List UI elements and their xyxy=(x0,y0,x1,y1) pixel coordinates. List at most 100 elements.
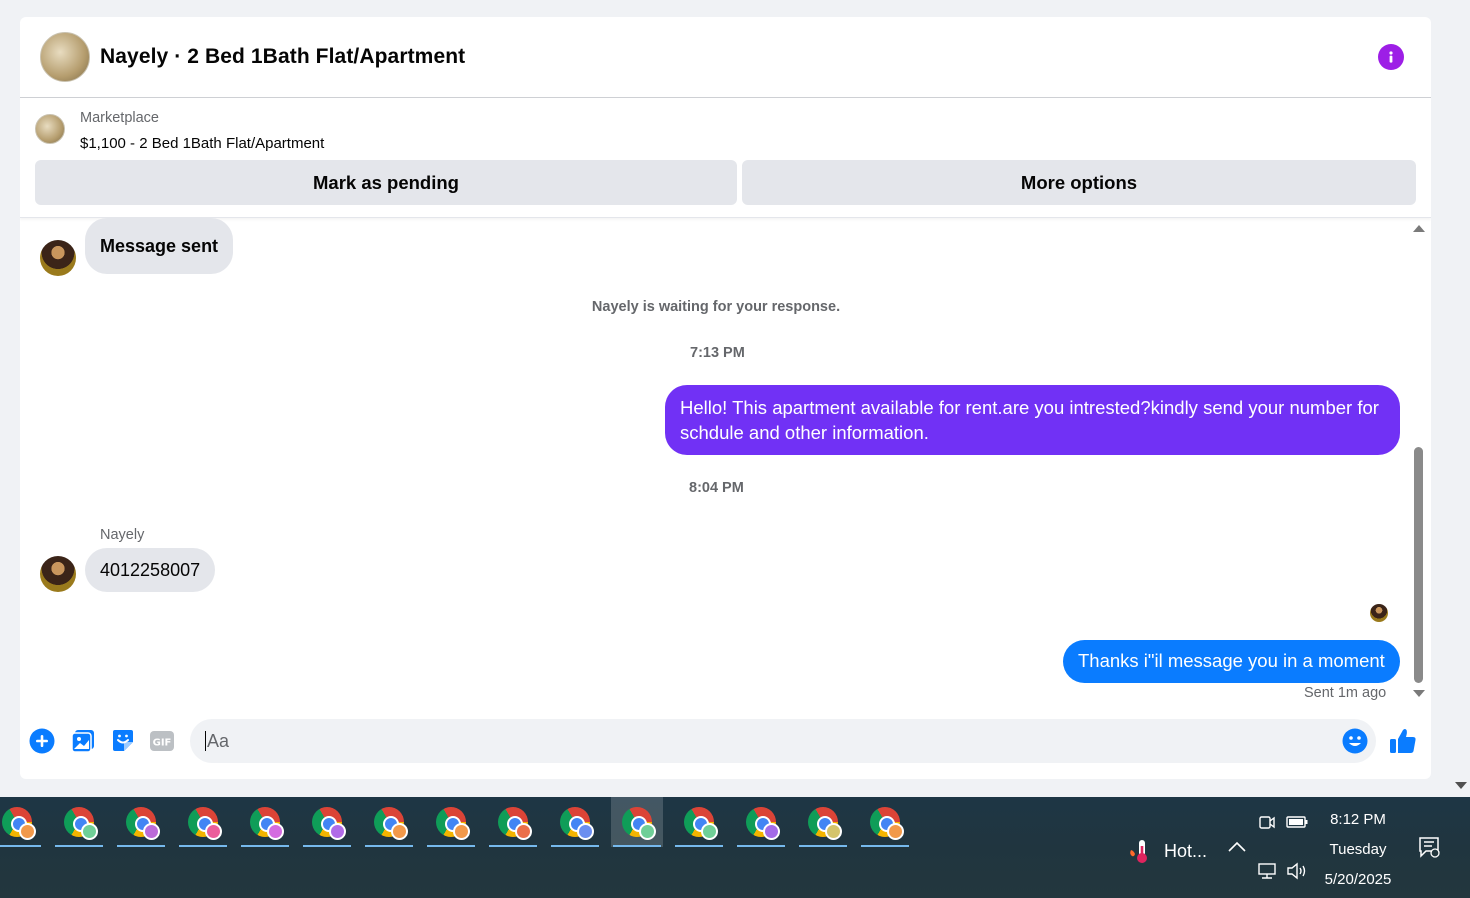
chrome-icon xyxy=(622,807,656,840)
profile-badge-icon xyxy=(143,823,160,840)
taskbar-chrome-app[interactable] xyxy=(487,797,539,847)
chrome-icon xyxy=(808,807,842,840)
battery-icon[interactable] xyxy=(1286,815,1308,829)
more-options-button[interactable]: More options xyxy=(742,160,1416,205)
chrome-icon xyxy=(870,807,904,840)
listing-title[interactable]: $1,100 - 2 Bed 1Bath Flat/Apartment xyxy=(80,135,324,152)
chrome-icon xyxy=(436,807,470,840)
profile-badge-icon xyxy=(453,823,470,840)
page-scroll-down-arrow[interactable] xyxy=(1455,782,1467,789)
listing-avatar[interactable] xyxy=(40,32,90,82)
message-placeholder[interactable]: Aa xyxy=(205,731,229,751)
clock-day: Tuesday xyxy=(1329,841,1387,858)
running-indicator xyxy=(675,845,723,847)
outgoing-message[interactable]: Thanks i"il message you in a moment xyxy=(1063,640,1400,683)
timestamp: 7:13 PM xyxy=(690,345,745,361)
profile-badge-icon xyxy=(825,823,842,840)
scroll-thumb[interactable] xyxy=(1414,447,1423,683)
timestamp: 8:04 PM xyxy=(689,480,744,496)
running-indicator xyxy=(55,845,103,847)
scroll-up-arrow[interactable] xyxy=(1413,225,1425,232)
info-icon[interactable] xyxy=(1378,44,1404,70)
thread-scrollbar[interactable] xyxy=(1412,225,1426,697)
taskbar-chrome-app[interactable] xyxy=(301,797,353,847)
sent-status: Sent 1m ago xyxy=(1304,685,1387,701)
taskbar-chrome-app[interactable] xyxy=(53,797,105,847)
taskbar-chrome-app[interactable] xyxy=(177,797,229,847)
gif-icon[interactable]: GIF xyxy=(149,728,175,754)
running-indicator xyxy=(365,845,413,847)
message-bubble[interactable]: Message sent xyxy=(85,218,234,274)
thermometer-icon xyxy=(1130,840,1147,863)
taskbar-chrome-app[interactable] xyxy=(363,797,415,847)
notification-icon[interactable] xyxy=(1418,836,1440,858)
outgoing-message[interactable]: Hello! This apartment available for rent… xyxy=(665,385,1400,455)
chevron-up-icon[interactable] xyxy=(1228,841,1246,853)
contact-avatar[interactable] xyxy=(40,240,76,276)
sticker-icon[interactable] xyxy=(110,728,136,754)
taskbar-chrome-app[interactable] xyxy=(425,797,477,847)
clock-time: 8:12 PM xyxy=(1330,811,1386,828)
scroll-down-arrow[interactable] xyxy=(1413,690,1425,697)
chrome-icon xyxy=(312,807,346,840)
profile-badge-icon xyxy=(391,823,408,840)
chrome-icon xyxy=(498,807,532,840)
taskbar-chrome-app[interactable] xyxy=(673,797,725,847)
profile-badge-icon xyxy=(81,823,98,840)
profile-badge-icon xyxy=(19,823,36,840)
camera-icon[interactable] xyxy=(1258,812,1276,832)
taskbar-chrome-app[interactable] xyxy=(797,797,849,847)
profile-badge-icon xyxy=(267,823,284,840)
running-indicator xyxy=(551,845,599,847)
chrome-icon xyxy=(374,807,408,840)
taskbar-chrome-app[interactable] xyxy=(115,797,167,847)
plus-icon[interactable] xyxy=(29,728,55,754)
weather-text: Hot... xyxy=(1164,840,1208,861)
network-icon[interactable] xyxy=(1256,862,1278,880)
running-indicator xyxy=(303,845,351,847)
taskbar-chrome-app[interactable] xyxy=(611,797,663,847)
running-indicator xyxy=(241,845,289,847)
waiting-notice: Nayely is waiting for your response. xyxy=(591,299,841,315)
listing-thumbnail[interactable] xyxy=(35,114,65,144)
conversation-title[interactable]: Nayely · 2 Bed 1Bath Flat/Apartment xyxy=(100,45,465,69)
emoji-icon[interactable] xyxy=(1342,728,1368,754)
listing-category: Marketplace xyxy=(80,110,159,126)
profile-badge-icon xyxy=(515,823,532,840)
system-clock[interactable]: 8:12 PM Tuesday 5/20/2025 xyxy=(1318,805,1398,895)
conversation-header: Nayely · 2 Bed 1Bath Flat/Apartment xyxy=(20,17,1431,98)
taskbar-chrome-app[interactable] xyxy=(735,797,787,847)
chrome-icon xyxy=(746,807,780,840)
chrome-icon xyxy=(560,807,594,840)
profile-badge-icon xyxy=(763,823,780,840)
profile-badge-icon xyxy=(205,823,222,840)
message-input[interactable]: Aa xyxy=(190,719,1376,763)
chrome-icon xyxy=(64,807,98,840)
chrome-icon xyxy=(188,807,222,840)
taskbar-chrome-app[interactable] xyxy=(0,797,43,847)
sender-name: Nayely xyxy=(100,527,145,543)
message-bubble[interactable]: 4012258007 xyxy=(85,548,216,592)
running-indicator xyxy=(427,845,475,847)
photo-icon[interactable] xyxy=(70,728,96,754)
running-indicator xyxy=(179,845,227,847)
taskbar-chrome-app[interactable] xyxy=(239,797,291,847)
conversation-window: Nayely · 2 Bed 1Bath Flat/Apartment Mark… xyxy=(20,17,1431,779)
profile-badge-icon xyxy=(639,823,656,840)
volume-icon[interactable] xyxy=(1286,862,1308,880)
message-thread[interactable]: Message sent Nayely is waiting for your … xyxy=(20,218,1431,705)
chrome-icon xyxy=(684,807,718,840)
mark-pending-button[interactable]: Mark as pending xyxy=(35,160,737,205)
taskbar-chrome-app[interactable] xyxy=(859,797,911,847)
running-indicator xyxy=(799,845,847,847)
taskbar-chrome-app[interactable] xyxy=(549,797,601,847)
weather-widget[interactable]: Hot... xyxy=(1128,838,1207,864)
clock-date: 5/20/2025 xyxy=(1324,871,1392,888)
listing-banner: Marketplace $1,100 - 2 Bed 1Bath Flat/Ap… xyxy=(20,98,1431,218)
running-indicator xyxy=(0,845,41,847)
contact-avatar[interactable] xyxy=(40,556,76,592)
running-indicator xyxy=(613,845,661,847)
thumbs-up-icon[interactable] xyxy=(1388,726,1418,756)
profile-badge-icon xyxy=(701,823,718,840)
chrome-icon xyxy=(250,807,284,840)
